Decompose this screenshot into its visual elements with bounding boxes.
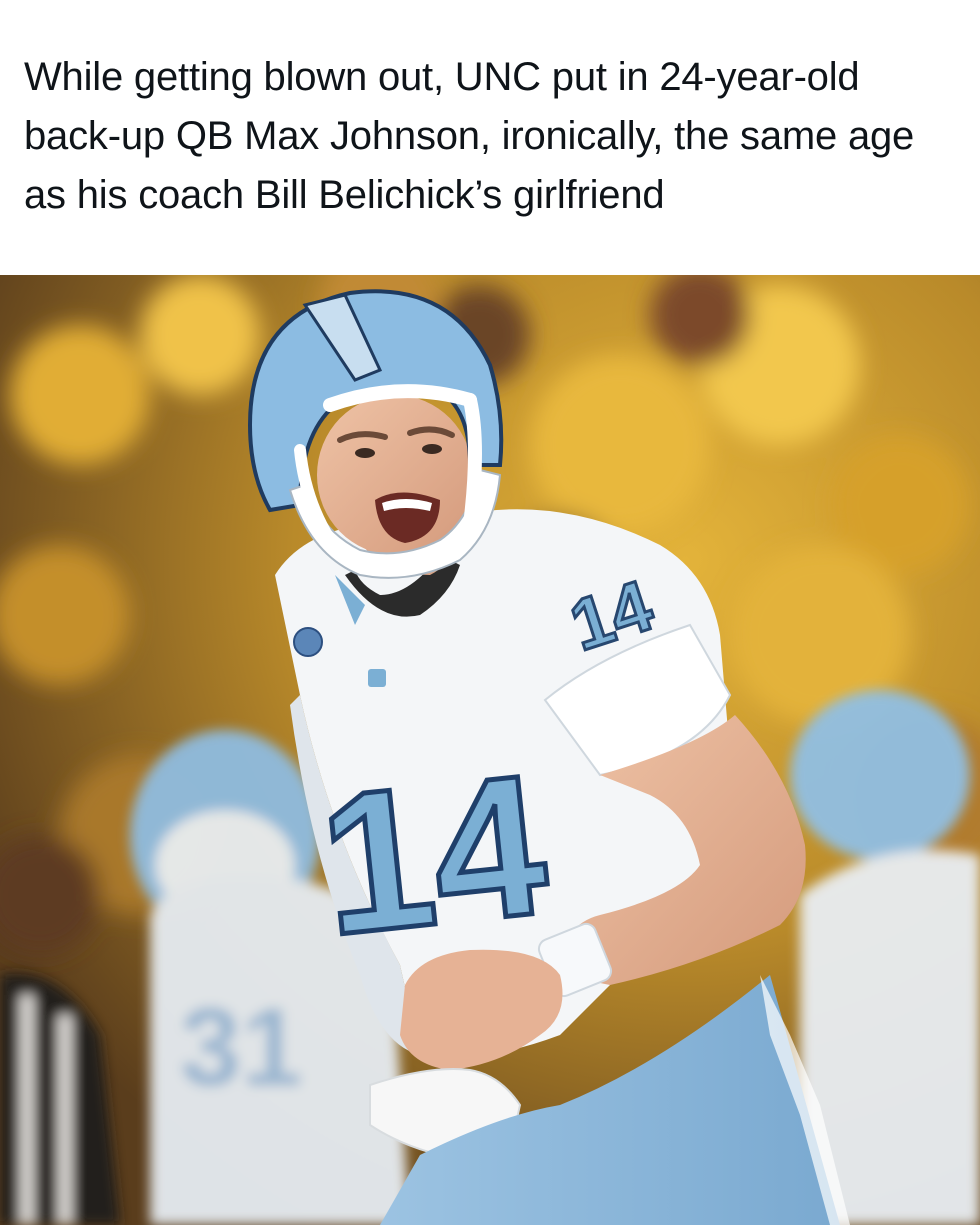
post-caption-area: While getting blown out, UNC put in 24-y… — [0, 0, 980, 275]
player-illustration: 31 14 14 — [0, 275, 980, 1225]
svg-text:14: 14 — [311, 733, 556, 978]
post-photo[interactable]: 31 14 14 — [0, 275, 980, 1225]
post-caption: While getting blown out, UNC put in 24-y… — [24, 55, 915, 217]
svg-text:31: 31 — [180, 986, 302, 1109]
